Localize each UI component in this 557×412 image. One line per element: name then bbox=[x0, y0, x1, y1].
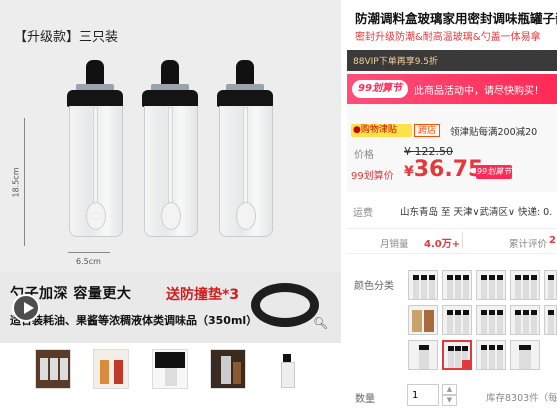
quantity-decrease-button[interactable]: ▼ bbox=[442, 395, 457, 406]
color-swatch[interactable] bbox=[476, 270, 506, 300]
reviews-value[interactable]: 2 bbox=[549, 235, 556, 246]
zoom-icon[interactable]: 🔍︎ bbox=[313, 316, 328, 330]
event-price: ¥36.75 bbox=[404, 157, 484, 182]
reviews-label[interactable]: 累计评价 bbox=[509, 236, 547, 250]
shipping-destination-select[interactable]: 山东青岛 至 天津∨武清区∨ 快递: 0. bbox=[400, 204, 552, 218]
color-swatch[interactable] bbox=[510, 305, 540, 335]
gift-text: 送防撞垫*3 bbox=[166, 287, 240, 303]
height-dimension-text: 18.5cm bbox=[11, 167, 21, 198]
event-price-label: 99划算价 bbox=[351, 171, 394, 182]
color-swatch[interactable] bbox=[510, 340, 540, 370]
jar-image bbox=[217, 60, 273, 242]
quantity-increase-button[interactable]: ▲ bbox=[442, 384, 457, 395]
video-play-button[interactable] bbox=[12, 294, 40, 322]
width-dimension-text: 6.5cm bbox=[76, 257, 101, 266]
coupon-badge: ●购物津贴 bbox=[351, 124, 412, 137]
price-label: 价格 bbox=[354, 150, 374, 161]
stock-text: 库存8303件（每 bbox=[486, 393, 557, 404]
coupon-description[interactable]: 领津贴每满200减20 bbox=[450, 124, 537, 138]
jar-image bbox=[67, 60, 123, 242]
jar-image bbox=[142, 60, 198, 242]
color-swatch[interactable] bbox=[544, 270, 557, 300]
width-dimension: 6.5cm bbox=[68, 252, 110, 266]
color-swatch-selected[interactable] bbox=[442, 340, 472, 370]
height-dimension: 18.5cm bbox=[11, 118, 25, 246]
monthly-sales-value: 4.0万+ bbox=[424, 239, 461, 250]
divider bbox=[462, 233, 463, 249]
coupon-badge-icon: ● bbox=[353, 125, 361, 135]
bumper-ring-image bbox=[251, 283, 319, 327]
vip-discount-text: 88VIP下单再享9.5折 bbox=[353, 57, 439, 67]
thumbnail-3[interactable] bbox=[152, 349, 188, 389]
coupon-badge-label: 购物津贴 bbox=[360, 125, 397, 135]
product-subtitle: 密封升级防潮&耐高温玻璃&勺盖一体易拿 bbox=[355, 32, 541, 43]
quantity-label: 数量 bbox=[355, 394, 375, 405]
color-swatch[interactable] bbox=[544, 305, 557, 335]
event-text: 此商品活动中，请尽快购买！ bbox=[414, 86, 544, 97]
sub-promo-text: 适合装耗油、果酱等浓稠液体类调味品（350ml） bbox=[10, 314, 258, 327]
color-swatch[interactable] bbox=[442, 305, 472, 335]
color-option-label: 颜色分类 bbox=[354, 281, 394, 292]
color-swatch[interactable] bbox=[408, 305, 438, 335]
color-swatch[interactable] bbox=[408, 340, 438, 370]
thumbnail-4[interactable] bbox=[210, 349, 246, 389]
color-swatch[interactable] bbox=[408, 270, 438, 300]
product-title: 防潮调料盒玻璃家用密封调味瓶罐子酱 bbox=[355, 11, 557, 26]
event-price-badge: 99划算节 bbox=[476, 165, 512, 179]
coupon-tag: 跨店 bbox=[414, 124, 441, 137]
event-logo: 99划算节 bbox=[352, 80, 408, 98]
image-label: 【升级款】三只装 bbox=[14, 30, 119, 45]
monthly-sales-label: 月销量 bbox=[380, 239, 409, 250]
thumbnail-2[interactable] bbox=[93, 349, 129, 389]
color-swatch[interactable] bbox=[476, 340, 506, 370]
shipping-label: 运费 bbox=[353, 208, 373, 219]
thumbnail-5[interactable] bbox=[268, 349, 304, 389]
thumbnail-1[interactable] bbox=[35, 349, 71, 389]
color-swatch[interactable] bbox=[510, 270, 540, 300]
color-swatch[interactable] bbox=[476, 305, 506, 335]
quantity-input[interactable] bbox=[407, 384, 439, 406]
color-swatch[interactable] bbox=[442, 270, 472, 300]
